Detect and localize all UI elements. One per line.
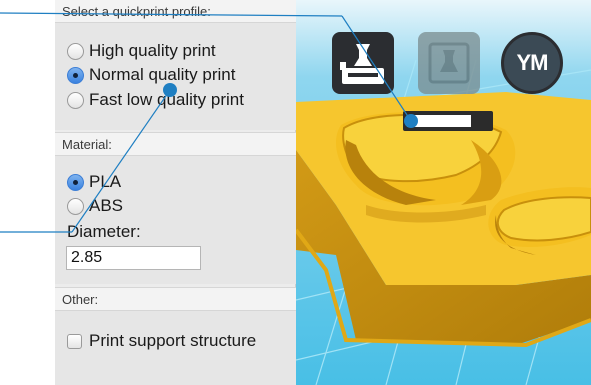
radio-fast-low-quality[interactable]: Fast low quality print [67,89,244,111]
profile-section: High quality print Normal quality print … [55,23,296,130]
other-section: Print support structure [55,311,296,385]
radio-label-fast-low-quality: Fast low quality print [89,90,244,109]
radio-button-pla[interactable] [67,173,84,191]
diameter-label: Diameter: [67,222,141,241]
radio-label-high-quality: High quality print [89,41,216,60]
radio-pla[interactable]: PLA [67,171,121,193]
radio-high-quality[interactable]: High quality print [67,40,216,62]
support-structure-label: Print support structure [89,331,257,350]
radio-label-pla: PLA [89,172,122,191]
support-structure-checkbox[interactable] [67,333,82,349]
radio-normal-quality[interactable]: Normal quality print [67,64,235,86]
load-model-button[interactable] [332,32,394,94]
radio-label-abs: ABS [89,196,124,215]
radio-abs[interactable]: ABS [67,195,123,217]
load-model-icon [340,44,384,84]
print-icon [428,42,470,84]
radio-label-normal-quality: Normal quality print [89,65,236,84]
3d-viewport[interactable]: YM [296,0,591,385]
support-structure-option[interactable]: Print support structure [67,330,256,352]
profile-header: Select a quickprint profile: [55,0,296,23]
radio-button-abs[interactable] [67,197,84,215]
radio-button-high-quality[interactable] [67,42,84,60]
progress-fill [407,115,471,127]
radio-button-fast-low-quality[interactable] [67,91,84,109]
material-header: Material: [55,132,296,156]
slicing-progress-bar [403,111,493,131]
material-section: PLA ABS Diameter: [55,156,296,284]
print-button[interactable] [418,32,480,94]
youmagine-button[interactable]: YM [501,32,563,94]
quickprint-panel: Select a quickprint profile: High qualit… [55,0,296,385]
radio-button-normal-quality[interactable] [67,66,84,84]
other-header: Other: [55,287,296,311]
diameter-input[interactable] [66,246,201,270]
youmagine-icon: YM [516,50,549,75]
